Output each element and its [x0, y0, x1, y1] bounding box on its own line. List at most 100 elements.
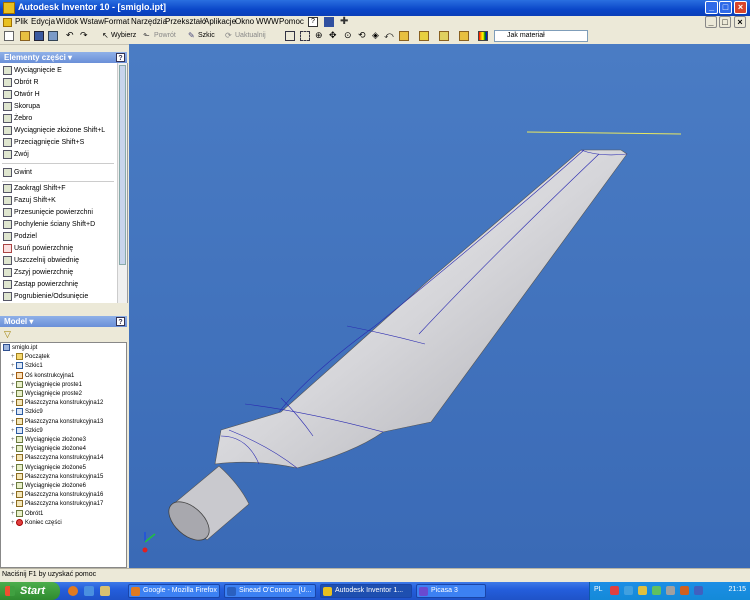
features-help-icon[interactable]: ? [116, 53, 125, 62]
tree-node[interactable]: + Płaszczyzna konstrukcyjna12 [11, 399, 103, 408]
menu-edycja[interactable]: Edycja [31, 17, 55, 26]
feature-face-offset[interactable]: Przesunięcie powierzchni [3, 207, 93, 219]
help-icon[interactable]: ? [308, 17, 318, 27]
tree-node[interactable]: + Początek [11, 353, 50, 362]
feature-split[interactable]: Podziel [3, 231, 37, 243]
feature-thread[interactable]: Gwint [3, 167, 32, 179]
previous-view-icon[interactable]: ⤺ [384, 30, 394, 41]
feature-hole[interactable]: Otwór H [3, 89, 40, 101]
desktop-quicklaunch-icon[interactable] [100, 586, 110, 596]
tray-icon[interactable] [652, 586, 661, 595]
feature-shell[interactable]: Skorupa [3, 101, 40, 113]
tree-node[interactable]: + Koniec części [11, 518, 62, 528]
tray-icon[interactable] [624, 586, 633, 595]
look-at-icon[interactable]: ◈ [372, 30, 379, 41]
zoom-selected-icon[interactable]: ⊙ [344, 30, 352, 41]
tree-node[interactable]: + Wyciągnięcie złożone4 [11, 445, 86, 454]
feature-chamfer[interactable]: Fazuj Shift+K [3, 195, 56, 207]
tree-node[interactable]: + Wyciągnięcie złożone3 [11, 436, 86, 445]
close-button[interactable]: × [734, 1, 747, 14]
graphics-viewport[interactable] [129, 44, 750, 568]
features-panel-header[interactable]: Elementy części ▾ ? [0, 52, 127, 63]
zoom-icon[interactable]: ⊕ [315, 30, 323, 41]
tree-node[interactable]: + Szkic9 [11, 426, 43, 436]
features-scrollbar[interactable] [117, 63, 127, 303]
language-indicator[interactable]: PL [594, 586, 603, 593]
tree-node[interactable]: + Oś konstrukcyjna1 [11, 371, 74, 381]
menu-pomoc[interactable]: Pomoc [279, 17, 304, 26]
tray-icon[interactable] [638, 586, 647, 595]
task-winamp[interactable]: Sinead O'Connor - [U... [224, 584, 316, 598]
feature-stitch[interactable]: Zszyj powierzchnię [3, 267, 73, 279]
ie-quicklaunch-icon[interactable] [84, 586, 94, 596]
feature-thicken-offset[interactable]: Pogrubienie/Odsunięcie [3, 291, 88, 303]
scrollbar-thumb[interactable] [119, 65, 126, 265]
task-firefox[interactable]: Google - Mozilla Firefox [128, 584, 220, 598]
inner-minimize-button[interactable]: _ [705, 16, 717, 28]
firefox-quicklaunch-icon[interactable] [68, 586, 78, 596]
feature-sweep[interactable]: Przeciągnięcie Shift+S [3, 137, 84, 149]
open-icon[interactable] [20, 31, 30, 41]
feature-revolve[interactable]: Obrót R [3, 77, 39, 89]
menu-format[interactable]: Format [104, 17, 129, 26]
tree-node[interactable]: + Wyciągnięcie złożone6 [11, 482, 86, 491]
tree-node[interactable]: + Szkic9 [11, 408, 43, 417]
menu-plik[interactable]: Plik [15, 17, 28, 26]
model-panel-header[interactable]: Model ▾ ? [0, 316, 127, 327]
filter-icon[interactable]: ▽ [4, 329, 11, 340]
tree-node[interactable]: smiglo.ipt [3, 344, 37, 353]
update-button[interactable]: Uaktualnij [235, 32, 266, 39]
select-button[interactable]: Wybierz [111, 32, 136, 39]
task-picasa[interactable]: Picasa 3 [416, 584, 486, 598]
material-dropdown[interactable]: Jak materiał [494, 30, 588, 42]
tree-node[interactable]: + Szkic1 [11, 362, 43, 371]
camera-icon[interactable] [419, 31, 429, 41]
start-button[interactable]: Start [0, 582, 60, 600]
tree-node[interactable]: + Obrót1 [11, 509, 43, 519]
tree-node[interactable]: + Płaszczyzna konstrukcyjna14 [11, 454, 103, 463]
return-button[interactable]: Powrót [154, 32, 176, 39]
feature-delete-face[interactable]: Usuń powierzchnię [3, 243, 73, 255]
tree-node[interactable]: + Wyciągnięcie proste2 [11, 390, 82, 399]
menu-okno[interactable]: Okno [235, 17, 254, 26]
menu-widok[interactable]: Widok [56, 17, 78, 26]
tray-icon[interactable] [610, 586, 619, 595]
feature-coil[interactable]: Zwój [3, 149, 29, 161]
shadow-icon[interactable] [439, 31, 449, 41]
document-icon[interactable] [3, 18, 12, 27]
inner-maximize-button[interactable]: □ [719, 16, 731, 28]
part-3d-view[interactable] [129, 44, 750, 568]
menu-przeksztalc[interactable]: Przekształć [165, 17, 206, 26]
display-mode-icon[interactable] [399, 31, 409, 41]
feature-rib[interactable]: Żebro [3, 113, 32, 125]
feature-fillet[interactable]: Zaokrągl Shift+F [3, 183, 66, 195]
redo-icon[interactable]: ↷ [80, 30, 88, 41]
feature-replace-face[interactable]: Zastąp powierzchnię [3, 279, 78, 291]
model-help-icon[interactable]: ? [116, 317, 125, 326]
sketch-button[interactable]: Szkic [198, 32, 215, 39]
tree-node[interactable]: + Wyciągnięcie złożone5 [11, 463, 86, 473]
pan-icon[interactable]: ✥ [329, 30, 337, 41]
feature-sculpt[interactable]: Uszczelnij obwiednię [3, 255, 79, 267]
select-arrow-icon[interactable]: ↖ [102, 31, 109, 40]
analysis-icon[interactable] [459, 31, 469, 41]
tree-node[interactable]: + Płaszczyzna konstrukcyjna16 [11, 491, 103, 500]
plus-icon[interactable]: ✚ [340, 16, 348, 27]
tray-icon[interactable] [680, 586, 689, 595]
menu-wstaw[interactable]: Wstaw [80, 17, 104, 26]
new-icon[interactable] [4, 31, 14, 41]
tray-icon[interactable] [666, 586, 675, 595]
menu-aplikacje[interactable]: Aplikacje [204, 17, 236, 26]
inner-close-button[interactable]: × [734, 16, 746, 28]
tree-node[interactable]: + Płaszczyzna konstrukcyjna13 [11, 417, 103, 427]
feature-extrude[interactable]: Wyciągnięcie E [3, 65, 62, 77]
tray-icon[interactable] [694, 586, 703, 595]
feature-face-draft[interactable]: Pochylenie ściany Shift+D [3, 219, 95, 231]
zoom-window-icon[interactable] [300, 31, 310, 41]
clock[interactable]: 21:15 [728, 586, 746, 593]
browser-icon[interactable] [324, 17, 334, 27]
feature-loft[interactable]: Wyciągnięcie złożone Shift+L [3, 125, 105, 137]
menu-www[interactable]: WWW [256, 17, 279, 26]
rotate-icon[interactable]: ⟲ [358, 30, 366, 41]
maximize-button[interactable]: □ [719, 1, 732, 14]
